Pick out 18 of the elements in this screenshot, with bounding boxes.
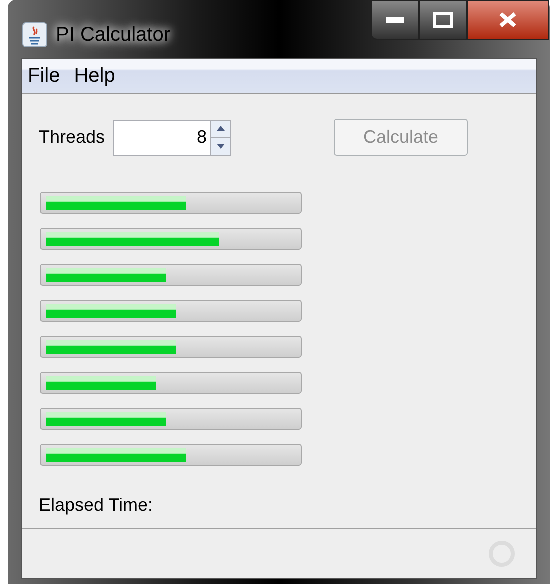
minimize-button[interactable] [371, 0, 419, 40]
close-button[interactable] [467, 0, 549, 40]
menu-item[interactable]: Help [74, 61, 116, 91]
maximize-icon [433, 12, 453, 28]
spinner-down-button[interactable] [211, 138, 230, 154]
close-icon [499, 12, 517, 28]
minimize-icon [386, 17, 404, 23]
threads-label: Threads [39, 126, 106, 149]
spinner-up-button[interactable] [211, 120, 230, 138]
window-title: PI Calculator [56, 23, 170, 48]
threads-field[interactable]: 8 [114, 120, 210, 154]
elapsed-time-label: Elapsed Time: [39, 494, 154, 517]
threads-spinner[interactable]: 8 [113, 120, 232, 156]
up-arrow-icon [216, 126, 225, 132]
down-arrow-icon [216, 144, 225, 149]
maximize-button[interactable] [419, 0, 467, 40]
menu-item[interactable]: File [28, 61, 60, 91]
app-icon [22, 22, 48, 48]
